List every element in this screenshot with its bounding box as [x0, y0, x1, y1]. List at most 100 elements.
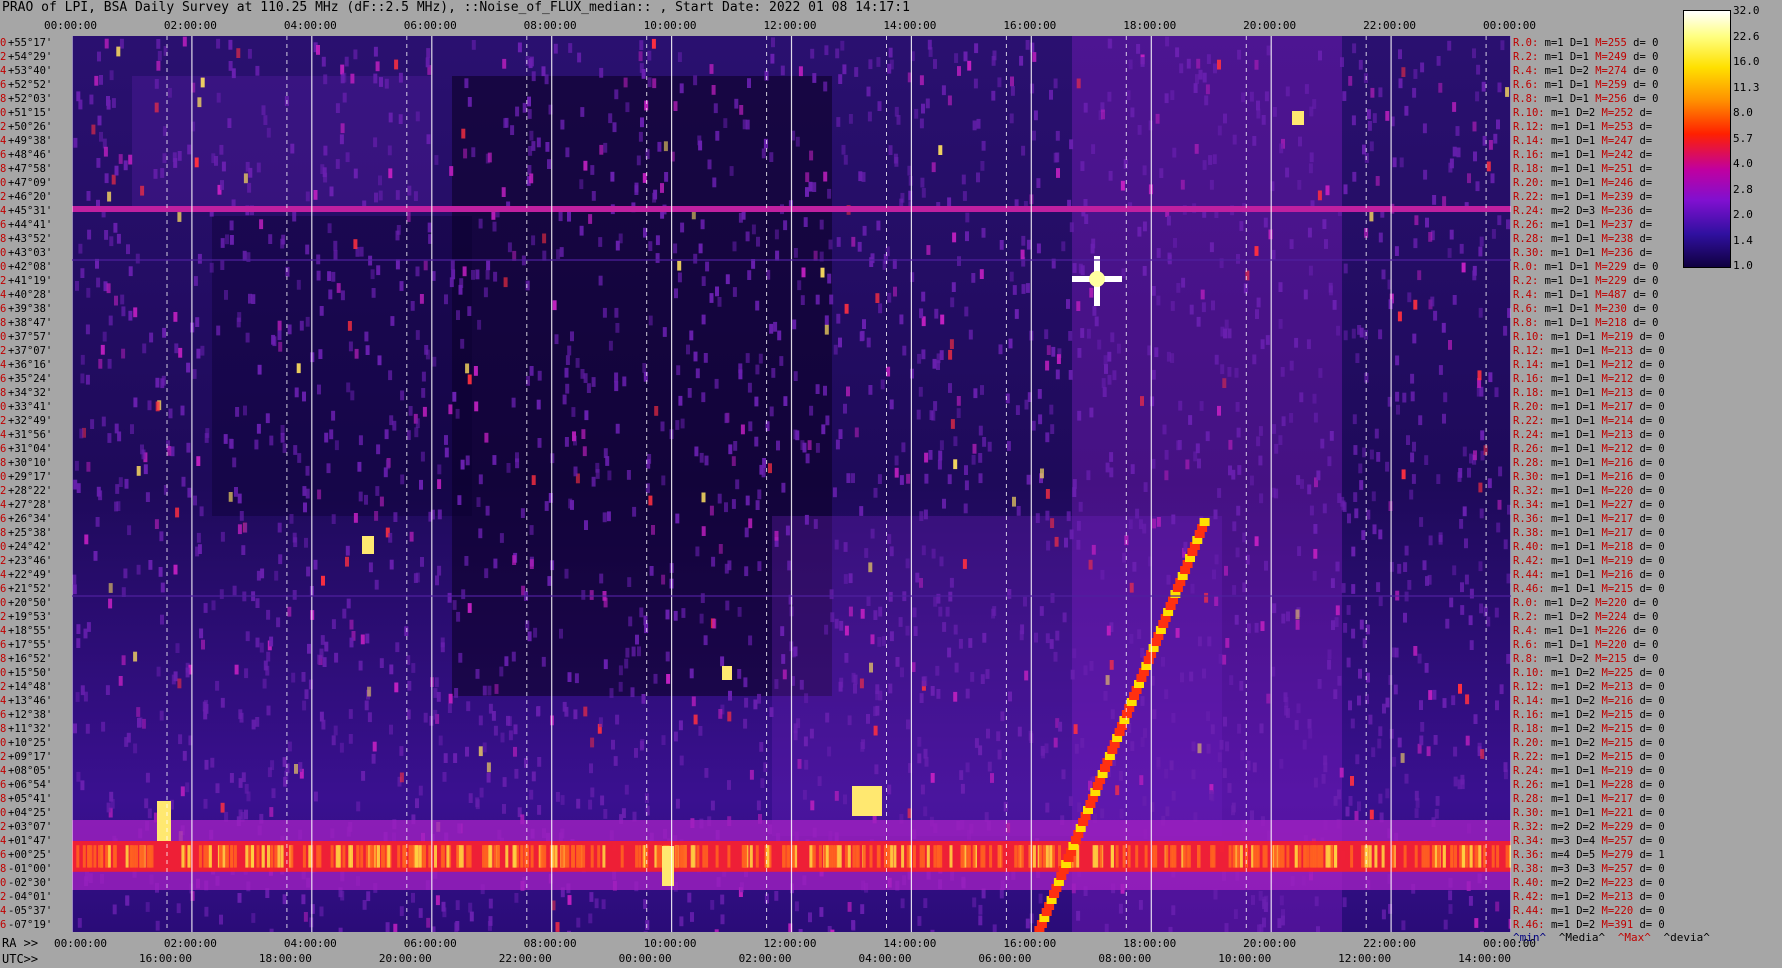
- noise-pixel: [1129, 582, 1134, 593]
- noise-pixel: [107, 433, 112, 443]
- noise-pixel: [1414, 215, 1419, 226]
- noise-pixel: [805, 172, 810, 183]
- row-stat-m-max: M=212: [1601, 443, 1634, 455]
- noise-pixel: [353, 168, 358, 179]
- declination-value: +46°20': [8, 191, 53, 203]
- noise-pixel: [452, 600, 457, 610]
- noise-pixel: [257, 364, 262, 375]
- noise-pixel: [953, 436, 958, 447]
- noise-pixel: [1224, 565, 1228, 576]
- noise-pixel: [1109, 467, 1114, 478]
- noise-pixel: [560, 795, 565, 805]
- noise-pixel: [1452, 565, 1457, 576]
- noise-pixel: [661, 735, 666, 745]
- noise-pixel: [699, 613, 704, 624]
- noise-pixel: [255, 717, 260, 727]
- noise-pixel: [147, 400, 152, 411]
- noise-pixel: [124, 478, 129, 489]
- row-stat-m: m=1: [1550, 765, 1570, 777]
- row-stat-d: d= 0: [1639, 555, 1665, 567]
- noise-pixel: [639, 607, 644, 618]
- noise-pixel: [700, 593, 705, 603]
- noise-pixel: [1419, 735, 1424, 746]
- noise-pixel: [987, 441, 992, 452]
- declination-row-label: 4 +53°40': [0, 65, 52, 79]
- noise-pixel: [887, 292, 892, 303]
- noise-pixel: [887, 784, 892, 795]
- noise-pixel: [1076, 539, 1081, 550]
- declination-value: +52°52': [8, 79, 53, 91]
- row-stat: R.34: m=1 D=1 M=227 d= 0: [1513, 499, 1665, 511]
- declination-value: -02°30': [8, 877, 53, 889]
- equatorial-spike: [1277, 845, 1281, 868]
- noise-pixel: [707, 159, 712, 170]
- noise-pixel: [919, 75, 924, 86]
- noise-pixel: [781, 482, 786, 493]
- noise-pixel: [947, 197, 952, 208]
- noise-pixel: [748, 635, 753, 646]
- noise-pixel: [72, 584, 77, 595]
- noise-pixel: [851, 920, 856, 930]
- noise-pixel: [1272, 107, 1277, 117]
- equatorial-spike: [543, 845, 547, 868]
- noise-pixel: [675, 513, 680, 524]
- noise-pixel: [556, 249, 561, 259]
- row-stat-m-max: M=219: [1601, 331, 1634, 343]
- noise-pixel: [101, 721, 106, 732]
- noise-pixel: [313, 559, 318, 570]
- noise-pixel: [1313, 777, 1318, 788]
- noise-pixel: [1179, 63, 1184, 74]
- noise-pixel: [322, 657, 327, 667]
- noise-pixel: [289, 514, 294, 524]
- equatorial-spike: [93, 845, 97, 868]
- noise-pixel: [1404, 545, 1409, 556]
- noise-pixel: [488, 898, 493, 909]
- noise-pixel: [860, 742, 865, 752]
- noise-pixel: [291, 672, 296, 683]
- row-stat-m-max: M=236: [1601, 205, 1634, 217]
- noise-pixel: [1346, 657, 1351, 668]
- ra-axis-tick: 06:00:00: [403, 937, 457, 950]
- equatorial-spike: [1298, 845, 1302, 868]
- noise-pixel: [440, 637, 445, 648]
- noise-pixel: [362, 900, 367, 910]
- noise-pixel: [493, 558, 498, 569]
- noise-pixel: [1371, 491, 1376, 502]
- row-stat-m-max: M=239: [1601, 191, 1634, 203]
- noise-pixel: [757, 489, 762, 500]
- declination-value: +00°25': [8, 849, 53, 861]
- noise-pixel: [997, 749, 1002, 760]
- noise-pixel: [1155, 113, 1160, 124]
- noise-pixel: [107, 358, 112, 369]
- noise-pixel: [156, 666, 161, 677]
- row-stat-r: R.26:: [1513, 219, 1545, 231]
- noise-pixel: [1352, 43, 1357, 54]
- noise-pixel: [90, 419, 95, 429]
- noise-pixel: [1089, 661, 1094, 671]
- row-stat-m-max: M=225: [1601, 667, 1634, 679]
- noise-pixel: [701, 526, 706, 536]
- noise-pixel: [473, 366, 478, 376]
- noise-pixel: [915, 572, 920, 583]
- noise-pixel: [379, 77, 383, 87]
- declination-value: +21°52': [8, 583, 53, 595]
- noise-pixel: [838, 337, 842, 348]
- noise-pixel: [693, 351, 698, 362]
- row-stat-d: d=: [1639, 177, 1653, 189]
- noise-pixel: [232, 457, 237, 468]
- noise-pixel: [1070, 669, 1075, 680]
- noise-pixel: [1056, 354, 1061, 364]
- noise-pixel: [1448, 890, 1453, 901]
- noise-pixel: [1494, 607, 1499, 618]
- noise-pixel: [245, 332, 250, 343]
- noise-pixel: [432, 356, 437, 367]
- noise-pixel: [1010, 76, 1014, 87]
- noise-pixel: [418, 785, 423, 796]
- noise-pixel: [1468, 896, 1473, 906]
- noise-pixel: [775, 250, 780, 261]
- noise-pixel: [717, 297, 722, 307]
- row-index: 2: [0, 611, 7, 623]
- noise-pixel: [950, 419, 955, 429]
- row-stat-d: D=1: [1569, 317, 1589, 329]
- equatorial-spike: [1426, 845, 1430, 868]
